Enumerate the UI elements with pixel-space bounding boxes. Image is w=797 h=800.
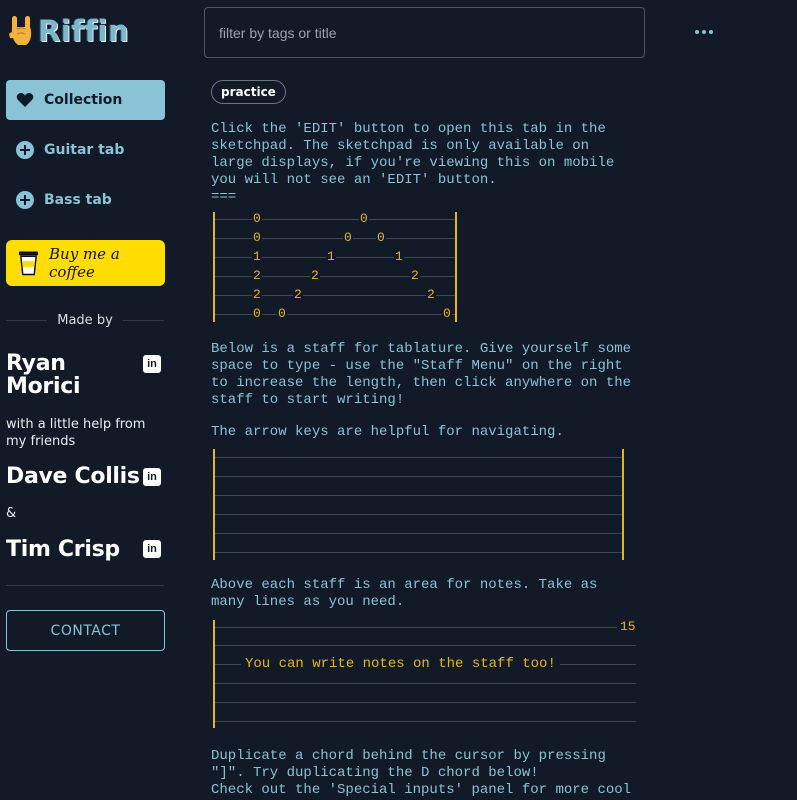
staff-string [213, 533, 624, 534]
search-input[interactable] [204, 7, 645, 58]
fret-number: 0 [252, 306, 262, 321]
fret-number: 2 [252, 287, 262, 302]
more-horizontal-icon[interactable] [690, 22, 718, 42]
linkedin-icon[interactable]: in [143, 540, 161, 558]
app-logo[interactable]: Riffin [8, 14, 129, 48]
fret-number: 0 [277, 306, 287, 321]
tab-staff-1[interactable]: 0 0 0 0 0 1 1 1 2 2 2 2 2 2 0 0 0 [213, 208, 459, 326]
staff-string [213, 552, 624, 553]
fret-number: 2 [293, 287, 303, 302]
tab-staff-3[interactable]: 15 You can write notes on the staff too! [213, 618, 637, 730]
fret-number: 1 [252, 249, 262, 264]
tab-paragraph-staff-help: Below is a staff for tablature. Give you… [211, 341, 632, 408]
sidebar-item-label: Guitar tab [44, 142, 125, 158]
made-by-label: Made by [57, 312, 113, 328]
sidebar-item-label: Bass tab [44, 192, 112, 208]
staff-string [213, 295, 457, 296]
author-name-ryan-morici: Ryan Morici [6, 351, 81, 399]
heart-icon [16, 91, 34, 109]
staff-string [213, 645, 636, 646]
fret-number: 2 [426, 287, 436, 302]
tab-intro-text: Click the 'EDIT' button to open this tab… [211, 121, 615, 205]
tab-paragraph-notes-area: Above each staff is an area for notes. T… [211, 577, 598, 610]
sidebar-item-guitar-tab[interactable]: Guitar tab [6, 130, 165, 170]
tab-paragraph-arrow-keys: The arrow keys are helpful for navigatin… [211, 424, 564, 440]
coffee-button-label: Buy me a coffee [49, 245, 120, 281]
fret-number: 1 [394, 249, 404, 264]
author-name-tim-crisp: Tim Crisp [6, 537, 120, 562]
plus-circle-icon [16, 191, 34, 209]
fret-number: 0 [252, 211, 262, 226]
fret-number: 1 [326, 249, 336, 264]
divider-line [122, 319, 165, 321]
staff-string [213, 238, 457, 239]
author-name-dave-collis: Dave Collis [6, 464, 140, 489]
fret-number: 0 [359, 211, 369, 226]
coffee-cup-icon [18, 251, 39, 276]
fret-number: 2 [310, 268, 320, 283]
sidebar-item-collection[interactable]: Collection [6, 80, 165, 120]
staff-string [213, 276, 457, 277]
staff-string [213, 683, 636, 684]
staff-measure-number: 15 [620, 619, 636, 634]
helper-text: with a little help from my friends [6, 417, 146, 449]
sidebar-divider [6, 585, 164, 586]
fret-number: 0 [343, 230, 353, 245]
linkedin-icon[interactable]: in [143, 355, 161, 373]
staff-inline-note: You can write notes on the staff too! [241, 656, 560, 672]
buy-me-a-coffee-button[interactable]: Buy me a coffee [6, 240, 165, 286]
staff-barline-start [213, 449, 215, 560]
staff-string [213, 314, 457, 315]
fret-number: 0 [252, 230, 262, 245]
app-logo-text: Riffin [38, 14, 130, 48]
staff-string [213, 495, 624, 496]
staff-string [213, 702, 636, 703]
staff-string [213, 721, 636, 722]
ampersand-text: & [6, 506, 17, 521]
staff-barline-start [213, 620, 215, 728]
staff-barline-end [622, 449, 624, 560]
sidebar-item-label: Collection [44, 92, 123, 108]
fret-number: 2 [252, 268, 262, 283]
tag-chip-practice[interactable]: practice [211, 80, 286, 104]
staff-string [213, 457, 624, 458]
staff-string [213, 219, 457, 220]
linkedin-icon[interactable]: in [143, 468, 161, 486]
staff-string [213, 476, 624, 477]
fret-number: 2 [410, 268, 420, 283]
staff-barline-end [455, 212, 457, 322]
tab-paragraph-duplicate-chord: Duplicate a chord behind the cursor by p… [211, 748, 632, 798]
contact-button[interactable]: CONTACT [6, 610, 165, 651]
sidebar: Riffin Collection Guitar tab Bass tab Bu… [0, 0, 172, 800]
fret-number: 0 [442, 306, 452, 321]
made-by-divider: Made by [6, 310, 165, 330]
fret-number: 0 [376, 230, 386, 245]
staff-string [213, 627, 617, 628]
rock-hand-icon [9, 16, 32, 45]
divider-line [6, 319, 48, 321]
plus-circle-icon [16, 141, 34, 159]
sidebar-item-bass-tab[interactable]: Bass tab [6, 180, 165, 220]
staff-string [213, 514, 624, 515]
tab-staff-2[interactable] [213, 446, 626, 562]
staff-barline-start [213, 212, 215, 322]
